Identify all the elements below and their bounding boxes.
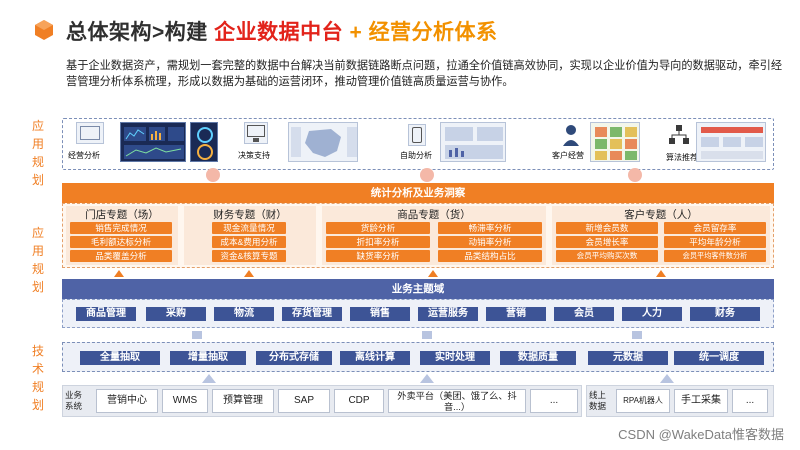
source-item: 预算管理 <box>212 389 274 413</box>
title-part3: 经营分析体系 <box>368 21 498 44</box>
business-item: 销售 <box>350 307 410 321</box>
topic-customer-item: 平均年龄分析 <box>664 236 766 248</box>
topic-customer-item: 会员增长率 <box>556 236 658 248</box>
connector-block <box>422 331 432 339</box>
title-part2: 企业数据中台 <box>214 21 344 44</box>
mobile-icon <box>408 124 426 146</box>
business-item: 物流 <box>214 307 274 321</box>
monitor-icon <box>244 122 268 144</box>
title-part1: 总体架构>构建 <box>66 21 208 44</box>
watermark: CSDN @WakeData惟客数据 <box>618 427 784 442</box>
online-data-label: 线上数据 <box>589 390 607 411</box>
source-item: 营销中心 <box>96 389 158 413</box>
side-label-application: 应用规划 <box>31 119 44 187</box>
source-item: 手工采集 <box>674 389 728 413</box>
source-item: CDP <box>334 389 384 413</box>
business-systems-label: 业务系统 <box>65 390 83 411</box>
arrow-up-icon <box>660 374 674 383</box>
connector-dot <box>206 168 220 182</box>
tech-item: 统一调度 <box>674 351 764 365</box>
connector-block <box>632 331 642 339</box>
topic-customer-title: 客户专题（人） <box>624 209 698 221</box>
report-thumbnail <box>440 122 506 162</box>
arrow-up-icon <box>202 374 216 383</box>
arrow-up-icon <box>114 270 124 277</box>
analysis-dashboard-thumbnail <box>120 122 186 162</box>
topic-customer-item: 会员平均购买次数 <box>556 250 658 262</box>
tech-item: 离线计算 <box>340 351 410 365</box>
tech-item: 元数据 <box>588 351 668 365</box>
app-label-self-service: 自助分析 <box>400 151 432 160</box>
recommendation-thumbnail <box>696 122 766 162</box>
connector-dot <box>628 168 642 182</box>
topic-customer-item: 会员留存率 <box>664 222 766 234</box>
app-label-business-analysis: 经营分析 <box>68 151 100 160</box>
analysis-bar: 统计分析及业务洞察 <box>62 183 774 203</box>
app-label-decision-support: 决策支持 <box>238 151 270 160</box>
topic-product-item: 动销率分析 <box>438 236 542 248</box>
business-item: 运营服务 <box>418 307 478 321</box>
business-item: 人力 <box>622 307 682 321</box>
source-item: ... <box>530 389 578 413</box>
side-label-middle: 应用规划 <box>31 226 44 294</box>
arrow-up-icon <box>244 270 254 277</box>
hexagon-logo-icon <box>35 20 53 40</box>
source-item: SAP <box>278 389 330 413</box>
algorithm-network-icon <box>668 124 690 146</box>
topic-product-item: 货龄分析 <box>326 222 430 234</box>
topic-store-item: 品类覆盖分析 <box>70 250 172 262</box>
topic-store-title: 门店专题（场） <box>85 209 159 221</box>
tech-item: 全量抽取 <box>80 351 160 365</box>
business-domain-bar: 业务主题域 <box>62 279 774 299</box>
arrow-up-icon <box>420 374 434 383</box>
tech-item: 增量抽取 <box>170 351 246 365</box>
topic-customer-item: 会员平均客件数分析 <box>664 250 766 262</box>
topic-store-item: 毛利额达标分析 <box>70 236 172 248</box>
tech-item: 数据质量 <box>500 351 576 365</box>
topic-product-item: 缺货率分析 <box>326 250 430 262</box>
arrow-up-icon <box>428 270 438 277</box>
product-grid-thumbnail <box>590 122 640 162</box>
topic-product-item: 畅滞率分析 <box>438 222 542 234</box>
arrow-up-icon <box>656 270 666 277</box>
topic-finance-item: 成本&费用分析 <box>212 236 286 248</box>
business-item: 采购 <box>146 307 206 321</box>
side-label-technology: 技术规划 <box>31 344 44 412</box>
customer-person-icon <box>562 124 580 146</box>
title-plus: + <box>349 21 363 44</box>
dashboard-icon <box>76 122 104 144</box>
topic-finance-item: 资金&核算专题 <box>212 250 286 262</box>
map-thumbnail <box>288 122 358 162</box>
topic-finance-title: 财务专题（财） <box>213 209 287 221</box>
source-item: WMS <box>162 389 208 413</box>
intro-paragraph: 基于企业数据资产，需规划一套完整的数据中台解决当前数据链路断点问题，拉通全价值链… <box>66 60 783 88</box>
tech-item: 实时处理 <box>420 351 490 365</box>
page-title: 总体架构>构建 企业数据中台 + 经营分析体系 <box>66 16 498 46</box>
source-item-takeaway: 外卖平台（美团、饿了么、抖音...） <box>388 389 526 413</box>
source-item: ... <box>732 389 768 413</box>
topic-product-item: 折扣率分析 <box>326 236 430 248</box>
source-item: RPA机器人 <box>616 389 670 413</box>
business-item: 会员 <box>554 307 614 321</box>
topic-customer-item: 新增会员数 <box>556 222 658 234</box>
tech-item: 分布式存储 <box>256 351 332 365</box>
app-label-algorithm: 算法推荐 <box>666 153 698 162</box>
business-item: 财务 <box>690 307 760 321</box>
app-label-customer-ops: 客户经营 <box>552 151 584 160</box>
business-item: 存货管理 <box>282 307 342 321</box>
topic-product-title: 商品专题（货） <box>397 209 471 221</box>
business-item: 商品管理 <box>76 307 136 321</box>
topic-store-item: 销售完成情况 <box>70 222 172 234</box>
topic-finance-item: 现金流量情况 <box>212 222 286 234</box>
topic-product-item: 品类结构占比 <box>438 250 542 262</box>
connector-block <box>192 331 202 339</box>
connector-dot <box>420 168 434 182</box>
gauge-dashboard-thumbnail <box>190 122 218 162</box>
business-item: 营销 <box>486 307 546 321</box>
